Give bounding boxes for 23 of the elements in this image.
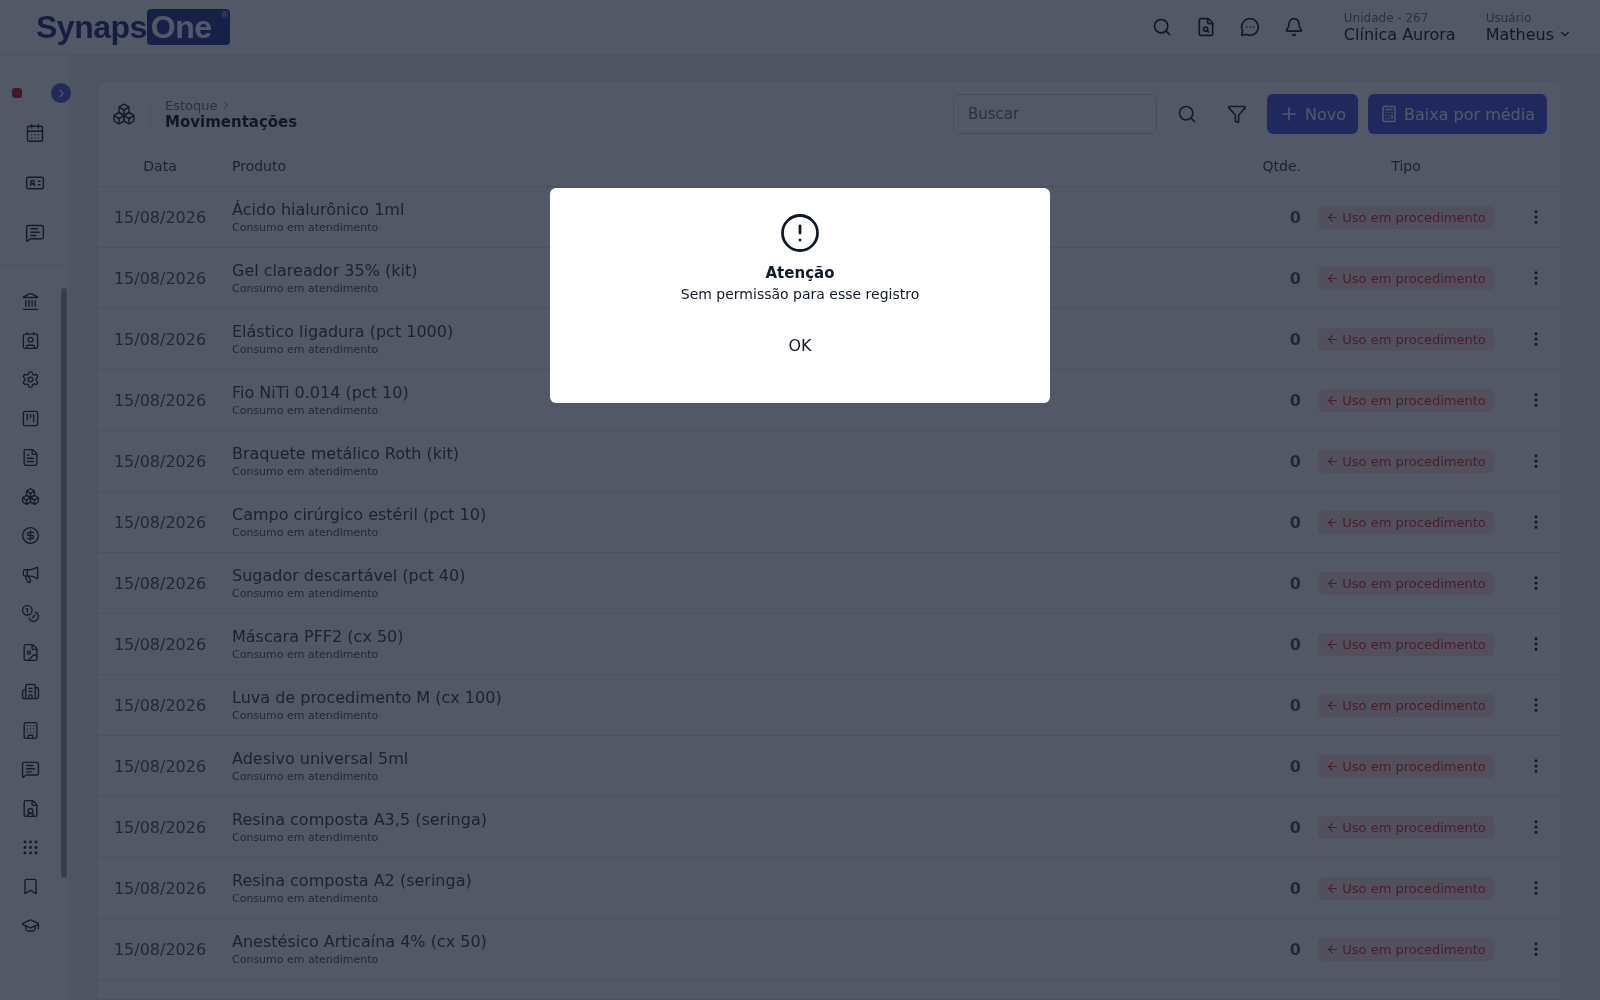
- product-name: Anestésico Articaína 4% (cx 50): [232, 932, 487, 951]
- product-name: Adesivo universal 5ml: [232, 749, 409, 768]
- product-name: Luva de procedimento M (cx 100): [232, 688, 502, 707]
- product-name: Gel clareador 35% (kit): [232, 261, 418, 280]
- dialog-message: Sem permissão para esse registro: [680, 286, 920, 302]
- product-name: Fio NiTi 0.014 (pct 10): [232, 383, 409, 402]
- product-name: Sugador descartável (pct 40): [232, 566, 466, 585]
- ok-button[interactable]: OK: [778, 332, 822, 359]
- column-header: Tipo: [1390, 158, 1422, 174]
- product-name: Ácido hialurônico 1ml: [232, 200, 405, 219]
- page-title: Movimentações: [165, 112, 298, 131]
- alert-icon: [779, 212, 821, 254]
- unit-name: Clínica Aurora: [1343, 24, 1456, 44]
- column-header: Produto: [232, 158, 288, 174]
- product-name: Braquete metálico Roth (kit): [232, 444, 459, 463]
- product-name: Elástico ligadura (pct 1000): [232, 322, 454, 341]
- column-header: Qtde.: [1261, 158, 1301, 174]
- column-header: Data: [142, 158, 178, 174]
- product-name: Resina composta A3,5 (seringa): [232, 810, 487, 829]
- dialog-title: Atenção: [765, 264, 835, 282]
- product-name: Máscara PFF2 (cx 50): [232, 627, 404, 646]
- product-name: Campo cirúrgico estéril (pct 10): [232, 505, 487, 524]
- product-name: Resina composta A2 (seringa): [232, 871, 472, 890]
